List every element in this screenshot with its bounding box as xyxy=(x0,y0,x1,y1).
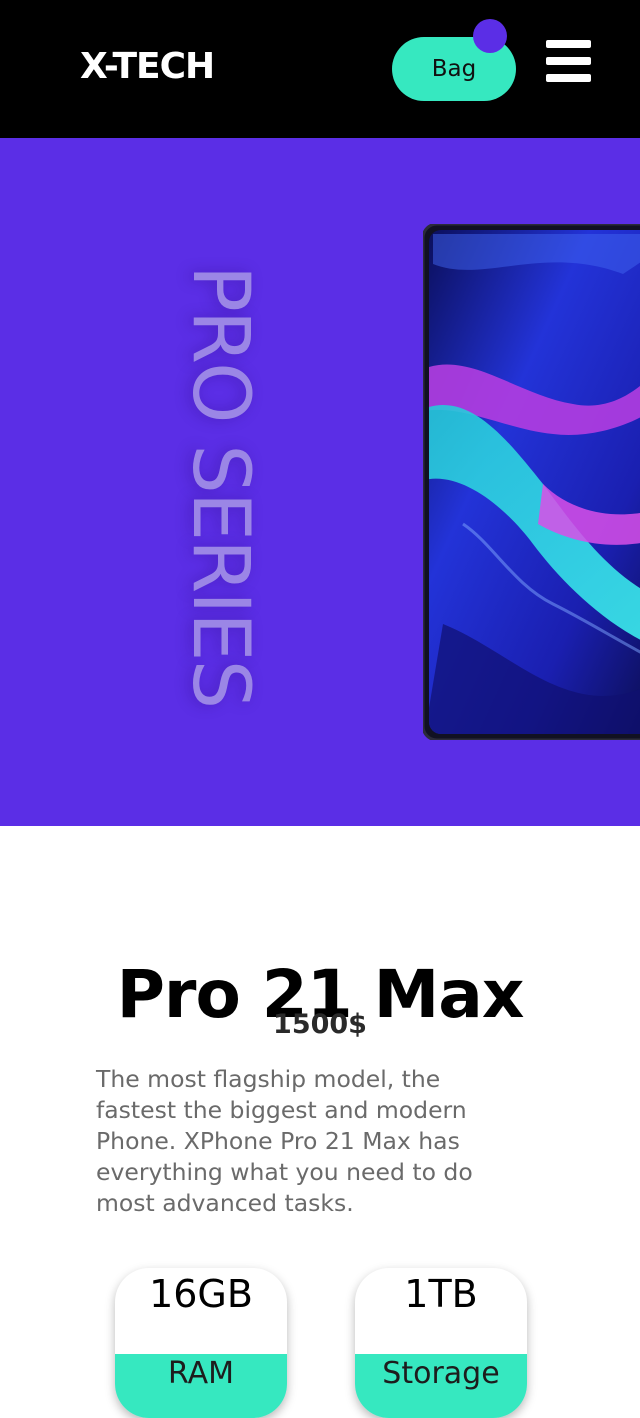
spec-label: RAM xyxy=(167,1356,235,1391)
bag-notification-badge xyxy=(473,19,507,53)
phone-image xyxy=(423,224,640,740)
product-description: The most flagship model, the fastest the… xyxy=(96,1065,473,1217)
spec-value: 16GB xyxy=(149,1272,253,1316)
spec-card-ram: 16GB RAM xyxy=(115,1268,287,1418)
hero-banner: PRO SERIES xyxy=(0,138,640,826)
hero-series-text: PRO SERIES xyxy=(175,264,265,708)
spec-card-storage: 1TB Storage xyxy=(355,1268,527,1418)
product-price: 1500$ xyxy=(273,1009,367,1040)
hamburger-menu-icon[interactable] xyxy=(546,40,591,82)
brand-logo[interactable]: X-TECH xyxy=(80,46,215,87)
spec-value: 1TB xyxy=(404,1272,478,1316)
spec-label-bar: Storage xyxy=(355,1354,527,1418)
spec-label-bar: RAM xyxy=(115,1354,287,1418)
spec-label: Storage xyxy=(382,1356,500,1391)
top-navigation-bar: X-TECH Bag xyxy=(0,0,640,138)
